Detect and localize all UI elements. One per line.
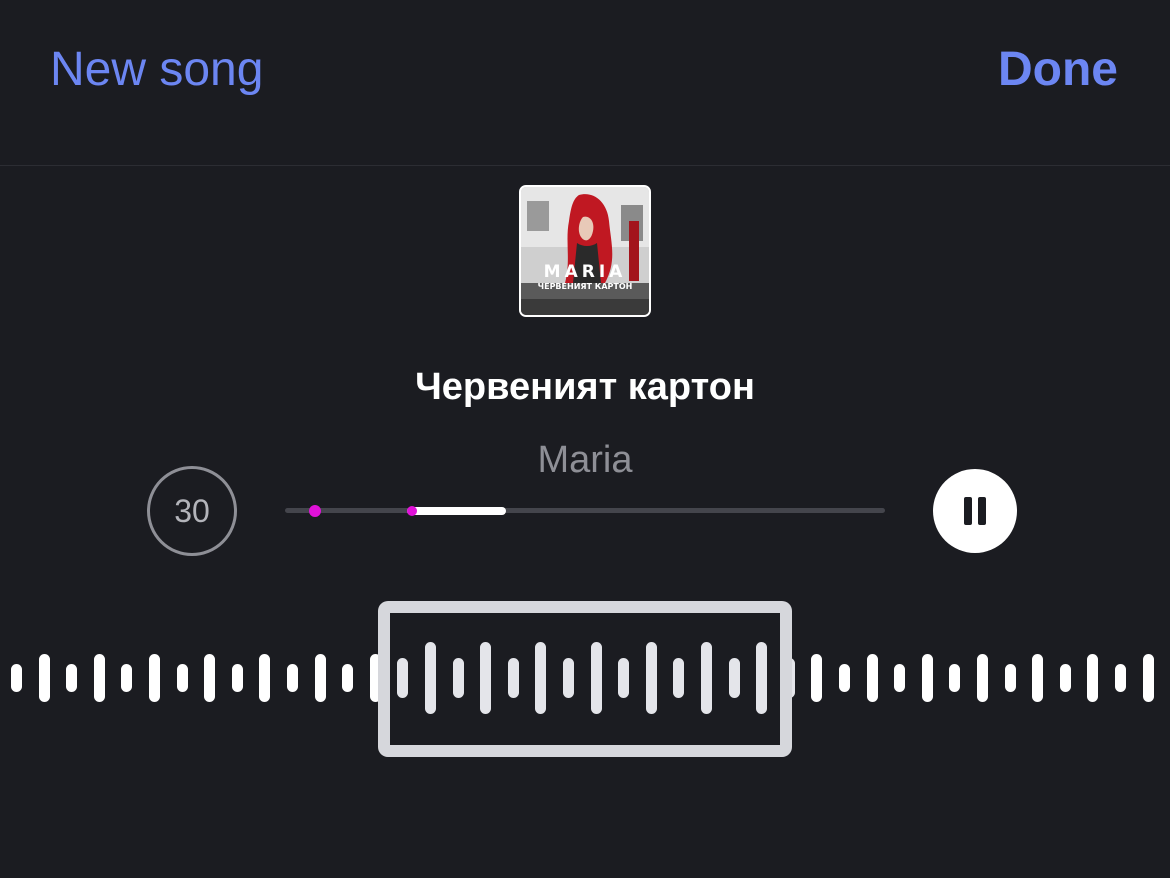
waveform-bar — [176, 664, 188, 692]
waveform-bar — [66, 664, 78, 692]
selected-clip-range — [407, 506, 506, 515]
waveform-bar — [314, 654, 326, 702]
waveform-bar — [811, 654, 823, 702]
playhead-marker[interactable] — [407, 505, 417, 516]
skip-30-icon: 30 — [174, 492, 210, 529]
waveform-bar — [121, 664, 133, 692]
song-title: Червеният картон — [415, 366, 755, 408]
waveform-bar — [977, 654, 988, 702]
top-bar: New song Done — [0, 0, 1170, 166]
waveform-bar — [1004, 664, 1016, 692]
cover-artist-text: MARIA — [544, 262, 627, 282]
waveform-bar — [231, 664, 243, 692]
skip-30-button[interactable]: 30 — [147, 466, 237, 556]
waveform-bar — [839, 664, 850, 692]
waveform-bar — [1032, 654, 1044, 702]
waveform-bar — [949, 664, 961, 692]
waveform-bar — [149, 654, 160, 702]
waveform-bar — [921, 654, 933, 702]
waveform-bar — [1115, 664, 1126, 692]
clip-start-marker[interactable] — [309, 504, 321, 517]
playback-track[interactable] — [285, 504, 885, 517]
waveform-bar — [38, 654, 50, 702]
waveform-bar — [11, 664, 22, 692]
waveform-bar — [342, 664, 354, 692]
waveform-bar — [287, 664, 298, 692]
waveform-bar — [1087, 654, 1099, 702]
new-song-button[interactable]: New song — [50, 42, 263, 98]
waveform-bar — [866, 654, 878, 702]
album-cover: MARIA ЧЕРВЕНИЯТ КАРТОН — [519, 185, 651, 317]
waveform-bar — [1142, 654, 1154, 702]
cover-title-text: ЧЕРВЕНИЯТ КАРТОН — [538, 282, 633, 291]
waveform-bar — [259, 654, 271, 702]
done-button[interactable]: Done — [998, 42, 1118, 98]
waveform-bar — [894, 664, 906, 692]
waveform-bar — [204, 654, 216, 702]
clip-selection-frame[interactable] — [378, 601, 792, 757]
pause-icon — [964, 497, 972, 525]
pause-button[interactable] — [933, 469, 1017, 553]
waveform-bar — [1059, 664, 1071, 692]
waveform-bar — [93, 654, 105, 702]
album-cover-art: MARIA ЧЕРВЕНИЯТ КАРТОН — [521, 187, 649, 315]
